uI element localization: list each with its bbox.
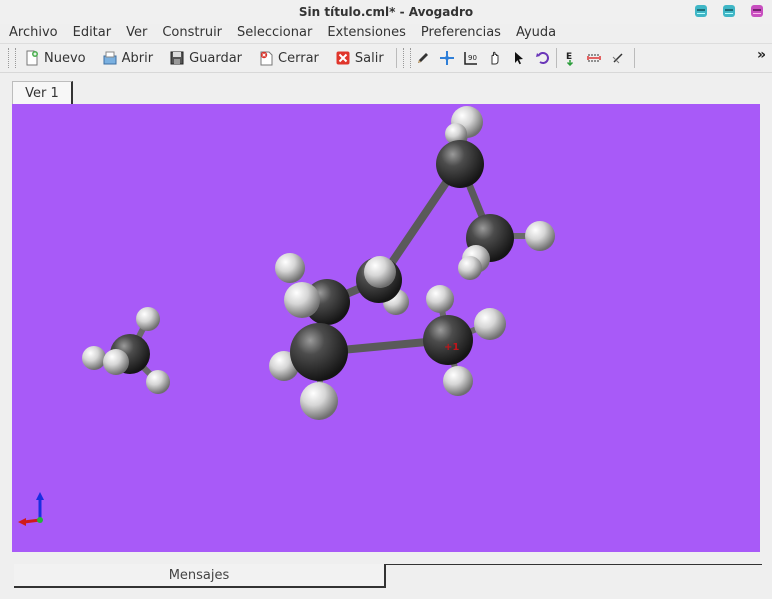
toolbar-grip-2[interactable] <box>402 48 411 68</box>
toolbar-separator-3 <box>633 48 635 68</box>
select-tool-icon <box>514 52 523 65</box>
autoopt-tool-button[interactable]: E <box>558 46 582 70</box>
abrir-button[interactable]: Abrir <box>94 46 161 70</box>
toolbar-separator <box>395 48 397 68</box>
atom-charge-label: +1 <box>444 342 459 353</box>
carbon-atom-selected[interactable] <box>423 315 473 365</box>
salir-button[interactable]: Salir <box>327 46 392 70</box>
close-icon <box>751 5 763 17</box>
hydrogen-atom[interactable] <box>284 282 320 318</box>
hydrogen-atom[interactable] <box>146 370 170 394</box>
hydrogen-atom[interactable] <box>426 285 454 313</box>
tab-ver-1[interactable]: Ver 1 <box>12 81 73 104</box>
minimize-button[interactable] <box>694 4 708 18</box>
axes-gizmo <box>18 492 44 526</box>
autoopt-tool-icon: E <box>566 52 573 66</box>
draw-tool-icon <box>417 53 428 63</box>
hydrogen-atom[interactable] <box>474 308 506 340</box>
hydrogen-atom[interactable] <box>103 349 129 375</box>
close-file-icon <box>260 51 273 66</box>
menu-seleccionar[interactable]: Seleccionar <box>228 25 318 40</box>
guardar-button[interactable]: Guardar <box>161 46 250 70</box>
molecule-viewport[interactable]: +1 <box>12 104 760 552</box>
tab-mensajes[interactable]: Mensajes <box>14 564 386 588</box>
hydrogen-atom[interactable] <box>136 307 160 331</box>
manipulate-tool-button[interactable] <box>483 46 507 70</box>
window-title: Sin título.cml* - Avogadro <box>298 5 474 19</box>
toolbar-overflow-button[interactable]: » <box>757 47 766 63</box>
cerrar-button[interactable]: Cerrar <box>250 46 327 70</box>
exit-icon <box>336 51 350 65</box>
bottom-panel: Mensajes <box>0 556 772 599</box>
salir-label: Salir <box>354 50 384 66</box>
carbon-atom[interactable] <box>290 323 348 381</box>
close-button[interactable] <box>750 4 764 18</box>
rotate-tool-button[interactable] <box>531 46 555 70</box>
measure-tool-icon: 90 <box>463 52 477 65</box>
main-toolbar: Nuevo Abrir Guardar Cerrar Salir 90 E » <box>0 43 772 73</box>
select-tool-button[interactable] <box>507 46 531 70</box>
menu-bar: Archivo Editar Ver Construir Seleccionar… <box>0 22 772 42</box>
menu-ayuda[interactable]: Ayuda <box>507 25 562 40</box>
messages-panel-border <box>386 564 762 565</box>
draw-tool-button[interactable] <box>411 46 435 70</box>
toolbar-separator-2 <box>555 48 557 68</box>
bond-centric-tool-button[interactable] <box>606 46 630 70</box>
align-tool-button[interactable] <box>582 46 606 70</box>
hydrogen-atom[interactable] <box>364 256 396 288</box>
navigate-tool-icon <box>439 51 454 65</box>
menu-preferencias[interactable]: Preferencias <box>412 25 507 40</box>
abrir-label: Abrir <box>121 50 154 66</box>
align-tool-icon <box>586 54 601 62</box>
svg-text:90: 90 <box>468 54 477 62</box>
menu-construir[interactable]: Construir <box>153 25 228 40</box>
maximize-button[interactable] <box>722 4 736 18</box>
hydrogen-atom[interactable] <box>443 366 473 396</box>
hydrogen-atom[interactable] <box>300 382 338 420</box>
manipulate-tool-icon <box>491 51 499 65</box>
menu-archivo[interactable]: Archivo <box>0 25 64 40</box>
hydrogen-atom[interactable] <box>275 253 305 283</box>
navigate-tool-button[interactable] <box>435 46 459 70</box>
title-bar: Sin título.cml* - Avogadro <box>0 0 772 24</box>
guardar-label: Guardar <box>189 50 243 66</box>
hydrogen-atom[interactable] <box>525 221 555 251</box>
cerrar-label: Cerrar <box>278 50 319 66</box>
minimize-icon <box>695 5 707 17</box>
rotate-tool-icon <box>535 52 549 64</box>
toolbar-grip[interactable] <box>8 48 16 68</box>
molecule-scene: +1 <box>18 106 555 526</box>
menu-extensiones[interactable]: Extensiones <box>318 25 412 40</box>
nuevo-button[interactable]: Nuevo <box>16 46 94 70</box>
maximize-icon <box>723 5 735 17</box>
bond-centric-tool-icon <box>612 53 623 64</box>
menu-editar[interactable]: Editar <box>64 25 118 40</box>
measure-tool-button[interactable]: 90 <box>459 46 483 70</box>
nuevo-label: Nuevo <box>44 50 86 66</box>
hydrogen-atom[interactable] <box>82 346 106 370</box>
carbon-atom[interactable] <box>436 140 484 188</box>
new-file-icon <box>26 50 38 66</box>
open-icon <box>103 51 117 65</box>
save-icon <box>170 51 184 65</box>
hydrogen-atom[interactable] <box>458 256 482 280</box>
svg-text:E: E <box>566 52 572 62</box>
menu-ver[interactable]: Ver <box>117 25 153 40</box>
